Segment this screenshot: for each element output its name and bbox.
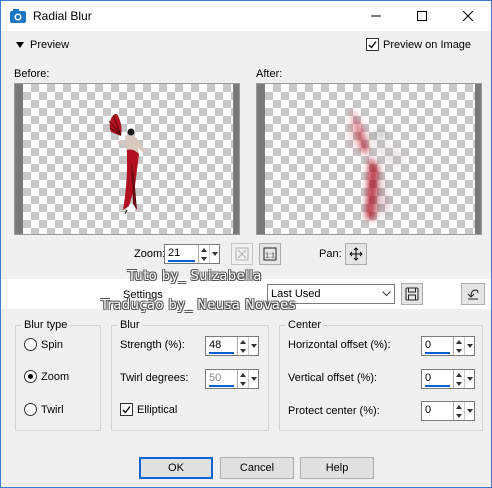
actual-size-icon: 1:1 <box>263 247 277 261</box>
zoom-dropdown-arrow[interactable] <box>209 245 219 263</box>
watermark-line-1: Tuto by_ Suizabella <box>128 269 262 284</box>
twirl-dropdown-arrow[interactable] <box>248 370 258 388</box>
zoom-fit-button[interactable] <box>231 243 253 265</box>
blur-group-title: Blur <box>118 319 142 331</box>
blur-type-zoom-radio[interactable]: Zoom <box>24 370 69 383</box>
title-bar: Radial Blur <box>1 1 491 31</box>
blurred-figure-image <box>351 106 405 220</box>
save-disk-icon <box>405 287 419 301</box>
strength-spinner[interactable]: 48 <box>205 336 259 356</box>
zoom-spinner[interactable]: 21 <box>164 244 220 264</box>
collapse-triangle-icon <box>16 42 24 48</box>
strength-stepper-arrows[interactable] <box>237 337 248 355</box>
ok-button[interactable]: OK <box>139 457 213 479</box>
blur-group: Blur Strength (%): 48 Twirl degrees: 50 … <box>111 319 269 431</box>
checkbox-checked-icon <box>120 403 133 416</box>
twirl-degrees-spinner[interactable]: 50 <box>205 369 259 389</box>
after-label: After: <box>256 68 283 80</box>
maximize-icon <box>417 11 427 21</box>
preview-toggle[interactable]: Preview <box>16 39 69 51</box>
vertical-offset-label: Vertical offset (%): <box>288 372 378 384</box>
strength-label: Strength (%): <box>120 339 185 351</box>
vertical-offset-spinner[interactable]: 0 <box>421 369 475 389</box>
figure-image <box>108 114 147 215</box>
before-preview[interactable] <box>14 83 240 235</box>
minimize-button[interactable] <box>353 1 399 31</box>
minimize-icon <box>371 15 381 17</box>
pan-button[interactable] <box>345 243 367 265</box>
vertical-offset-stepper-arrows[interactable] <box>453 370 464 388</box>
cancel-button[interactable]: Cancel <box>220 457 294 479</box>
horizontal-offset-label: Horizontal offset (%): <box>288 339 391 351</box>
protect-center-stepper-arrows[interactable] <box>453 402 464 420</box>
radio-checked-icon <box>24 370 37 383</box>
preview-on-image-label: Preview on Image <box>383 38 472 51</box>
blur-type-spin-radio[interactable]: Spin <box>24 338 63 351</box>
horizontal-offset-stepper-arrows[interactable] <box>453 337 464 355</box>
center-group: Center Horizontal offset (%): 0 Vertical… <box>279 319 483 431</box>
blur-type-twirl-radio[interactable]: Twirl <box>24 403 64 416</box>
checkbox-checked-icon <box>366 38 379 51</box>
pan-move-icon <box>349 247 363 261</box>
protect-center-value: 0 <box>425 404 432 416</box>
twirl-degrees-value: 50 <box>209 372 222 384</box>
zoom-stepper-arrows[interactable] <box>198 245 209 263</box>
twirl-stepper-arrows[interactable] <box>237 370 248 388</box>
pan-label: Pan: <box>319 248 342 260</box>
twirl-degrees-label: Twirl degrees: <box>120 372 189 384</box>
blur-type-twirl-label: Twirl <box>41 403 64 416</box>
save-preset-button[interactable] <box>401 283 423 305</box>
elliptical-label: Elliptical <box>137 403 178 416</box>
before-label: Before: <box>14 68 50 80</box>
close-button[interactable] <box>445 1 491 31</box>
zoom-label: Zoom: <box>134 248 166 260</box>
reset-arrow-icon <box>467 289 479 300</box>
protect-center-label: Protect center (%): <box>288 405 380 417</box>
preview-on-image-checkbox[interactable]: Preview on Image <box>366 38 471 51</box>
blur-type-title: Blur type <box>22 319 70 331</box>
blur-type-zoom-label: Zoom <box>41 370 70 383</box>
vertical-offset-dropdown-arrow[interactable] <box>464 370 474 388</box>
horizontal-offset-dropdown-arrow[interactable] <box>464 337 474 355</box>
close-icon <box>463 11 473 21</box>
radio-unchecked-icon <box>24 403 37 416</box>
maximize-button[interactable] <box>399 1 445 31</box>
protect-center-spinner[interactable]: 0 <box>421 401 475 421</box>
vertical-offset-value: 0 <box>425 372 432 384</box>
elliptical-checkbox[interactable]: Elliptical <box>120 403 177 416</box>
horizontal-offset-value: 0 <box>425 339 432 351</box>
strength-dropdown-arrow[interactable] <box>248 337 258 355</box>
zoom-actual-size-button[interactable]: 1:1 <box>259 243 281 265</box>
blur-type-spin-label: Spin <box>41 338 64 351</box>
window-title: Radial Blur <box>33 9 92 23</box>
radio-unchecked-icon <box>24 338 37 351</box>
zoom-value: 21 <box>168 247 181 259</box>
chevron-down-icon <box>378 291 394 297</box>
watermark-line-2: Tradução by_ Neusa Novaes <box>101 298 297 313</box>
preview-toggle-label: Preview <box>30 39 70 51</box>
reset-defaults-button[interactable] <box>461 283 485 305</box>
horizontal-offset-spinner[interactable]: 0 <box>421 336 475 356</box>
protect-center-dropdown-arrow[interactable] <box>464 402 474 420</box>
strength-value: 48 <box>209 339 222 351</box>
svg-text:1:1: 1:1 <box>265 253 275 260</box>
blur-type-group: Blur type Spin Zoom Twirl <box>15 319 101 431</box>
radial-blur-dialog: Radial Blur Preview Preview on Image Bef… <box>0 0 492 488</box>
app-icon <box>10 9 26 23</box>
after-preview[interactable] <box>256 83 482 235</box>
help-button[interactable]: Help <box>300 457 374 479</box>
center-group-title: Center <box>286 319 324 331</box>
zoom-fit-icon <box>235 247 249 261</box>
